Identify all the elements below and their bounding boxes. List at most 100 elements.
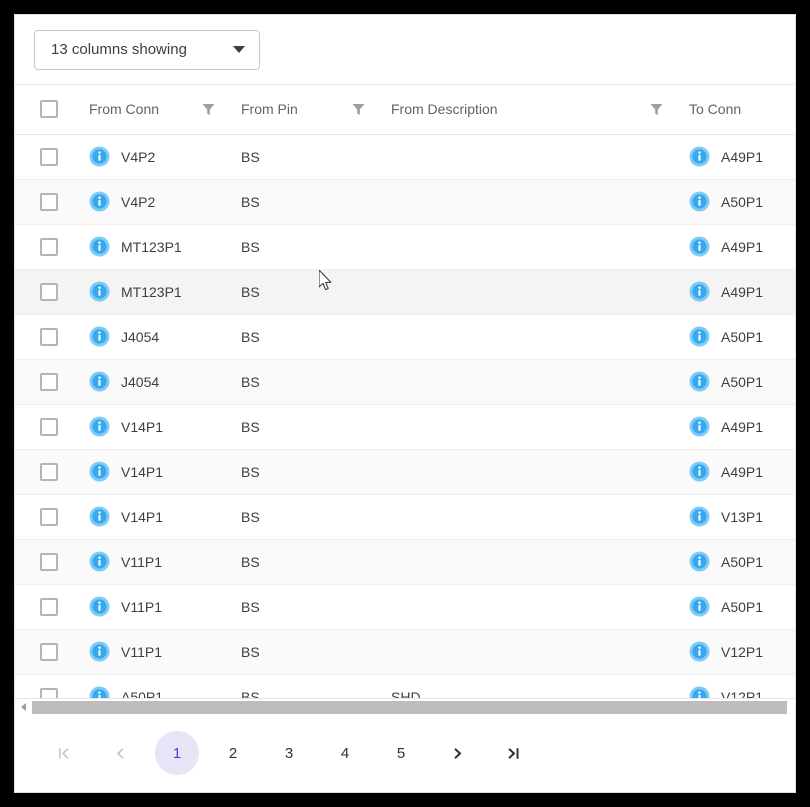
horizontal-scrollbar-thumb[interactable] [32, 700, 788, 714]
header-cell-to-conn[interactable]: To Conn [677, 85, 795, 135]
header-cell-select-all [15, 85, 77, 135]
info-icon[interactable] [89, 371, 110, 392]
header-cell-from-conn[interactable]: From Conn [77, 85, 229, 135]
row-checkbox[interactable] [40, 552, 58, 571]
table-scroll-viewport[interactable]: From Conn From Pin From Description To C… [15, 84, 795, 698]
row-checkbox[interactable] [40, 327, 58, 346]
filter-funnel-icon-from-conn[interactable] [202, 103, 215, 116]
cell-value-to-conn: V13P1 [721, 508, 764, 525]
info-icon[interactable] [89, 551, 110, 572]
table-row[interactable]: J4054 BS A50P1 [15, 314, 795, 360]
cell-value-from-pin: BS [241, 193, 260, 210]
table-row[interactable]: V11P1 BS V12P1 [15, 629, 795, 675]
columns-showing-label: 13 columns showing [51, 41, 187, 58]
cell-value-to-conn: A49P1 [721, 148, 764, 165]
info-icon[interactable] [689, 461, 710, 482]
cell-value-to-conn: A49P1 [721, 283, 764, 300]
info-icon[interactable] [689, 326, 710, 347]
info-icon[interactable] [89, 596, 110, 617]
info-icon[interactable] [689, 551, 710, 572]
table-row[interactable]: V4P2 BS A49P1 [15, 134, 795, 180]
table-row[interactable]: J4054 BS A50P1 [15, 359, 795, 405]
info-icon[interactable] [89, 686, 110, 698]
pagination-page-3[interactable]: 3 [267, 731, 311, 775]
row-checkbox[interactable] [40, 642, 58, 661]
pagination-first-button[interactable] [43, 731, 87, 775]
cell-value-from-conn: J4054 [121, 373, 160, 390]
info-icon[interactable] [689, 641, 710, 662]
header-label-from-conn: From Conn [89, 101, 160, 118]
select-all-checkbox[interactable] [40, 100, 58, 119]
cell-value-from-pin: BS [241, 373, 260, 390]
info-icon[interactable] [89, 416, 110, 437]
filter-funnel-icon-from-description[interactable] [650, 103, 663, 116]
row-cell-from-conn: A50P1 [77, 674, 229, 698]
row-checkbox[interactable] [40, 192, 58, 211]
horizontal-scrollbar[interactable] [15, 698, 795, 715]
row-cell-from-description [379, 584, 677, 630]
row-cell-to-conn: A49P1 [677, 404, 795, 450]
header-cell-from-description[interactable]: From Description [379, 85, 677, 135]
pagination-page-4[interactable]: 4 [323, 731, 367, 775]
row-cell-from-conn: V4P2 [77, 134, 229, 180]
header-cell-from-pin[interactable]: From Pin [229, 85, 379, 135]
pagination-last-button[interactable] [491, 731, 535, 775]
row-cell-select [15, 224, 77, 270]
info-icon[interactable] [89, 236, 110, 257]
info-icon[interactable] [89, 146, 110, 167]
table-row[interactable]: MT123P1 BS A49P1 [15, 269, 795, 315]
scroll-left-arrow-icon[interactable] [15, 699, 32, 716]
row-checkbox[interactable] [40, 462, 58, 481]
cell-value-to-conn: A50P1 [721, 598, 764, 615]
row-cell-from-description [379, 449, 677, 495]
row-checkbox[interactable] [40, 687, 58, 698]
row-checkbox[interactable] [40, 147, 58, 166]
info-icon[interactable] [89, 506, 110, 527]
info-icon[interactable] [89, 281, 110, 302]
info-icon[interactable] [689, 236, 710, 257]
table-header-row: From Conn From Pin From Description To C… [15, 85, 795, 135]
row-cell-select [15, 494, 77, 540]
info-icon[interactable] [89, 191, 110, 212]
row-checkbox[interactable] [40, 597, 58, 616]
table-row[interactable]: V14P1 BS A49P1 [15, 404, 795, 450]
info-icon[interactable] [689, 416, 710, 437]
pagination-page-1[interactable]: 1 [155, 731, 199, 775]
info-icon[interactable] [689, 146, 710, 167]
table-row[interactable]: A50P1 BS SHD V12P1 [15, 674, 795, 698]
filter-funnel-icon-from-pin[interactable] [352, 103, 365, 116]
pagination-page-5[interactable]: 5 [379, 731, 423, 775]
table-row[interactable]: V4P2 BS A50P1 [15, 179, 795, 225]
pagination-page-2[interactable]: 2 [211, 731, 255, 775]
row-checkbox[interactable] [40, 237, 58, 256]
info-icon[interactable] [689, 596, 710, 617]
table-row[interactable]: V14P1 BS V13P1 [15, 494, 795, 540]
columns-showing-dropdown[interactable]: 13 columns showing [34, 29, 260, 70]
row-checkbox[interactable] [40, 417, 58, 436]
info-icon[interactable] [689, 686, 710, 698]
row-checkbox[interactable] [40, 282, 58, 301]
row-cell-to-conn: A50P1 [677, 179, 795, 225]
row-cell-from-pin: BS [229, 359, 379, 405]
info-icon[interactable] [689, 371, 710, 392]
table-row[interactable]: V14P1 BS A49P1 [15, 449, 795, 495]
row-checkbox[interactable] [40, 372, 58, 391]
row-cell-to-conn: A49P1 [677, 449, 795, 495]
row-cell-from-pin: BS [229, 269, 379, 315]
cell-value-from-pin: BS [241, 598, 260, 615]
info-icon[interactable] [689, 191, 710, 212]
horizontal-scrollbar-track[interactable] [32, 700, 795, 714]
info-icon[interactable] [89, 461, 110, 482]
table-row[interactable]: V11P1 BS A50P1 [15, 539, 795, 585]
table-row[interactable]: MT123P1 BS A49P1 [15, 224, 795, 270]
row-checkbox[interactable] [40, 507, 58, 526]
table-row[interactable]: V11P1 BS A50P1 [15, 584, 795, 630]
pagination-prev-button[interactable] [99, 731, 143, 775]
info-icon[interactable] [689, 506, 710, 527]
info-icon[interactable] [89, 641, 110, 662]
cell-value-to-conn: A49P1 [721, 463, 764, 480]
info-icon[interactable] [689, 281, 710, 302]
cell-value-from-pin: BS [241, 463, 260, 480]
pagination-next-button[interactable] [435, 731, 479, 775]
info-icon[interactable] [89, 326, 110, 347]
